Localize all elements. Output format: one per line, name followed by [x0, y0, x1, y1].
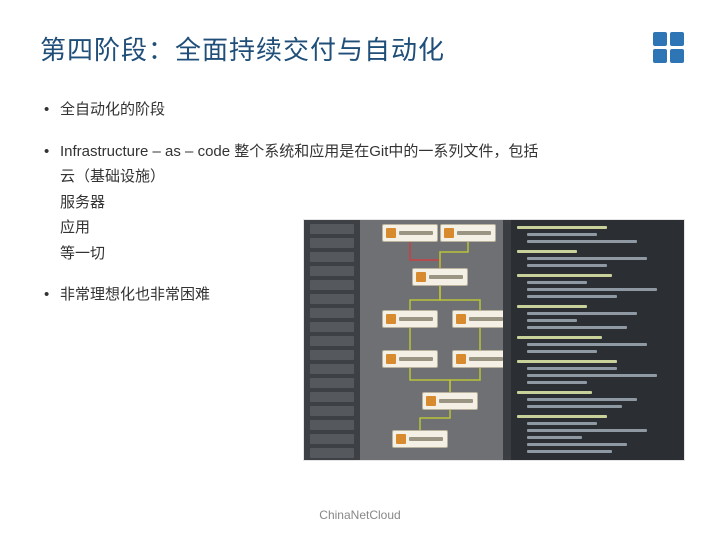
- code-gutter: [503, 220, 511, 460]
- code-editor-panel: [503, 220, 684, 460]
- flow-node: [412, 268, 468, 286]
- sub-cloud: 云（基础设施）: [60, 164, 680, 190]
- flow-node: [382, 224, 438, 242]
- flow-diagram-panel: [304, 220, 503, 460]
- flow-node: [452, 350, 503, 368]
- bullet-2-line1: Infrastructure – as – code 整个系统和应用是在Git中…: [60, 143, 538, 160]
- embedded-screenshot: [304, 220, 684, 460]
- flow-node: [440, 224, 496, 242]
- diagram-canvas: [360, 220, 503, 460]
- slide: 第四阶段：全面持续交付与自动化 全自动化的阶段 Infrastructure –…: [0, 0, 720, 540]
- sub-server: 服务器: [60, 190, 680, 216]
- flow-node: [452, 310, 503, 328]
- flow-links: [360, 220, 503, 460]
- bullet-3-text: 非常理想化也非常困难: [60, 286, 210, 303]
- flow-node: [382, 350, 438, 368]
- diagram-sidebar: [304, 220, 360, 460]
- bullet-1-text: 全自动化的阶段: [60, 101, 165, 118]
- flow-node: [382, 310, 438, 328]
- title-row: 第四阶段：全面持续交付与自动化: [40, 30, 680, 67]
- slide-title: 第四阶段：全面持续交付与自动化: [40, 30, 445, 67]
- flow-node: [422, 392, 478, 410]
- flow-node: [392, 430, 448, 448]
- logo-icon: [653, 32, 684, 63]
- footer-text: ChinaNetCloud: [0, 508, 720, 522]
- bullet-1: 全自动化的阶段: [40, 97, 680, 123]
